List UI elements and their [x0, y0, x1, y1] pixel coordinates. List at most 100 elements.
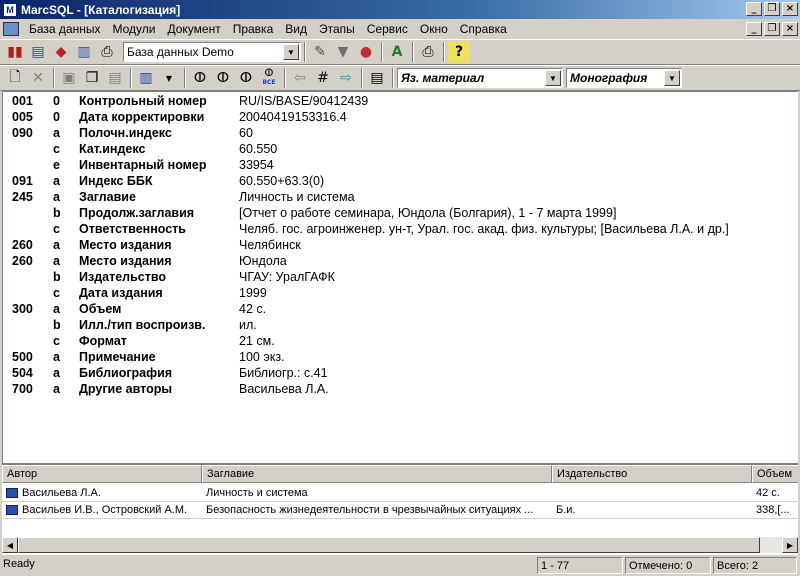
- binoculars-back-icon[interactable]: ⵀ: [235, 67, 257, 89]
- menu-service[interactable]: Сервис: [361, 22, 414, 36]
- menu-edit[interactable]: Правка: [227, 22, 280, 36]
- binoculars-icon[interactable]: ⵀ: [189, 67, 211, 89]
- field-name: Индекс ББК: [79, 174, 153, 188]
- separator: [381, 42, 383, 62]
- scroll-right-icon[interactable]: ▶: [782, 537, 798, 553]
- form-view-icon[interactable]: ▤: [366, 67, 388, 89]
- field-name: Объем: [79, 302, 122, 316]
- help-icon[interactable]: ?: [448, 41, 470, 63]
- database-select[interactable]: База данных Demo ▼: [123, 42, 301, 62]
- record-field-row[interactable]: b Илл./тип воспроизв. ил.: [3, 317, 798, 333]
- column-volume[interactable]: Объем: [752, 465, 798, 483]
- close-button[interactable]: ×: [782, 2, 798, 16]
- car-icon[interactable]: ◆: [50, 41, 72, 63]
- copy-icon[interactable]: ❐: [81, 67, 103, 89]
- record-field-row[interactable]: e Инвентарный номер 33954: [3, 157, 798, 173]
- subfield-code: a: [53, 382, 60, 396]
- menu-document[interactable]: Документ: [161, 22, 226, 36]
- separator: [361, 68, 363, 88]
- chevron-down-icon[interactable]: ▼: [545, 70, 561, 86]
- field-name: Полочн.индекс: [79, 126, 172, 140]
- menu-help[interactable]: Справка: [454, 22, 513, 36]
- subfield-code: e: [53, 158, 60, 172]
- subfield-code: c: [53, 222, 60, 236]
- subfield-code: a: [53, 190, 60, 204]
- record-field-row[interactable]: 091 a Индекс ББК 60.550+63.3(0): [3, 173, 798, 189]
- document-icon[interactable]: [3, 22, 19, 36]
- books-icon[interactable]: ▮▮: [4, 41, 26, 63]
- record-field-row[interactable]: 500 a Примечание 100 экз.: [3, 349, 798, 365]
- scroll-thumb[interactable]: [18, 537, 760, 553]
- chart-icon[interactable]: ▥: [73, 41, 95, 63]
- separator: [184, 68, 186, 88]
- mdi-close-button[interactable]: ×: [782, 22, 798, 36]
- field-name: Контрольный номер: [79, 94, 207, 108]
- restore-button[interactable]: ❐: [764, 2, 780, 16]
- print-preview-icon[interactable]: ⎙: [96, 41, 118, 63]
- field-tag: 700: [12, 382, 33, 396]
- menu-stages[interactable]: Этапы: [313, 22, 361, 36]
- field-value: 60.550: [239, 142, 278, 156]
- document-type-select[interactable]: Монография ▼: [566, 68, 682, 88]
- field-name: Другие авторы: [79, 382, 173, 396]
- goto-record-icon[interactable]: #: [312, 67, 334, 89]
- catalog-icon[interactable]: ▤: [27, 41, 49, 63]
- minimize-button[interactable]: _: [746, 2, 762, 16]
- record-field-row[interactable]: 300 a Объем 42 с.: [3, 301, 798, 317]
- record-field-row[interactable]: 504 a Библиография Библиогр.: с.41: [3, 365, 798, 381]
- arrow-left-icon[interactable]: ⇦: [289, 67, 311, 89]
- pen-icon[interactable]: ✎: [309, 41, 331, 63]
- table-row[interactable]: Васильева Л.А. Личность и система 42 с.: [2, 485, 798, 502]
- record-field-row[interactable]: 001 0 Контрольный номер RU/IS/BASE/90412439: [3, 93, 798, 109]
- mdi-minimize-button[interactable]: _: [746, 22, 762, 36]
- record-field-row[interactable]: 260 a Место издания Юндола: [3, 253, 798, 269]
- new-record-icon[interactable]: 🗋: [4, 67, 26, 89]
- record-field-row[interactable]: c Ответственность Челяб. гос. агроинженер.…: [3, 221, 798, 237]
- mdi-restore-button[interactable]: ❐: [764, 22, 780, 36]
- record-field-row[interactable]: c Формат 21 см.: [3, 333, 798, 349]
- save-icon[interactable]: ▣: [58, 67, 80, 89]
- record-field-row[interactable]: 090 a Полочн.индекс 60: [3, 125, 798, 141]
- record-field-row[interactable]: b Продолж.заглавия [Отчет о работе семинар…: [3, 205, 798, 221]
- record-field-row[interactable]: 005 0 Дата корректировки 20040419153316.4: [3, 109, 798, 125]
- field-tag: 260: [12, 254, 33, 268]
- material-type-select[interactable]: Яз. материал ▼: [397, 68, 563, 88]
- chevron-down-icon[interactable]: ▼: [158, 67, 180, 89]
- chevron-down-icon[interactable]: ▼: [283, 44, 299, 60]
- printer-icon[interactable]: ⎙: [417, 41, 439, 63]
- funnel-icon[interactable]: ▼: [332, 41, 354, 63]
- scroll-left-icon[interactable]: ◀: [2, 537, 18, 553]
- open-book-icon[interactable]: ▥: [135, 67, 157, 89]
- menu-view[interactable]: Вид: [279, 22, 313, 36]
- chevron-down-icon[interactable]: ▼: [664, 70, 680, 86]
- subfield-code: b: [53, 206, 61, 220]
- list-header: Автор Заглавие Издательство Объем: [2, 465, 798, 483]
- delete-record-icon[interactable]: ✕: [27, 67, 49, 89]
- subfield-code: a: [53, 238, 60, 252]
- menu-database[interactable]: База данных: [23, 22, 106, 36]
- record-field-row[interactable]: 245 a Заглавие Личность и система: [3, 189, 798, 205]
- menu-bar: База данных Модули Документ Правка Вид Э…: [0, 19, 800, 39]
- arrow-right-icon[interactable]: ⇨: [335, 67, 357, 89]
- marc-record-panel[interactable]: 001 0 Контрольный номер RU/IS/BASE/90412439…: [2, 91, 798, 463]
- paste-icon[interactable]: ▤: [104, 67, 126, 89]
- field-name: Формат: [79, 334, 127, 348]
- column-publisher[interactable]: Издательство: [552, 465, 752, 483]
- field-tag: 001: [12, 94, 33, 108]
- record-field-row[interactable]: 700 a Другие авторы Васильева Л.А.: [3, 381, 798, 397]
- binoculars-next-icon[interactable]: ⵀ: [212, 67, 234, 89]
- record-field-row[interactable]: b Издательство ЧГАУ: УралГАФК: [3, 269, 798, 285]
- font-icon[interactable]: A: [386, 41, 408, 63]
- column-author[interactable]: Автор: [2, 465, 202, 483]
- record-field-row[interactable]: 260 a Место издания Челябинск: [3, 237, 798, 253]
- column-title[interactable]: Заглавие: [202, 465, 552, 483]
- traffic-light-icon[interactable]: ●: [355, 41, 377, 63]
- record-field-row[interactable]: c Дата издания 1999: [3, 285, 798, 301]
- record-field-row[interactable]: c Кат.индекс 60.550: [3, 141, 798, 157]
- table-row[interactable]: Васильев И.В., Островский А.М. Безопасно…: [2, 502, 798, 519]
- subfield-code: c: [53, 334, 60, 348]
- menu-window[interactable]: Окно: [414, 22, 454, 36]
- search-all-icon[interactable]: ⵀ ВСЕ: [258, 67, 280, 89]
- menu-modules[interactable]: Модули: [106, 22, 161, 36]
- horizontal-scrollbar[interactable]: ◀ ▶: [2, 537, 798, 553]
